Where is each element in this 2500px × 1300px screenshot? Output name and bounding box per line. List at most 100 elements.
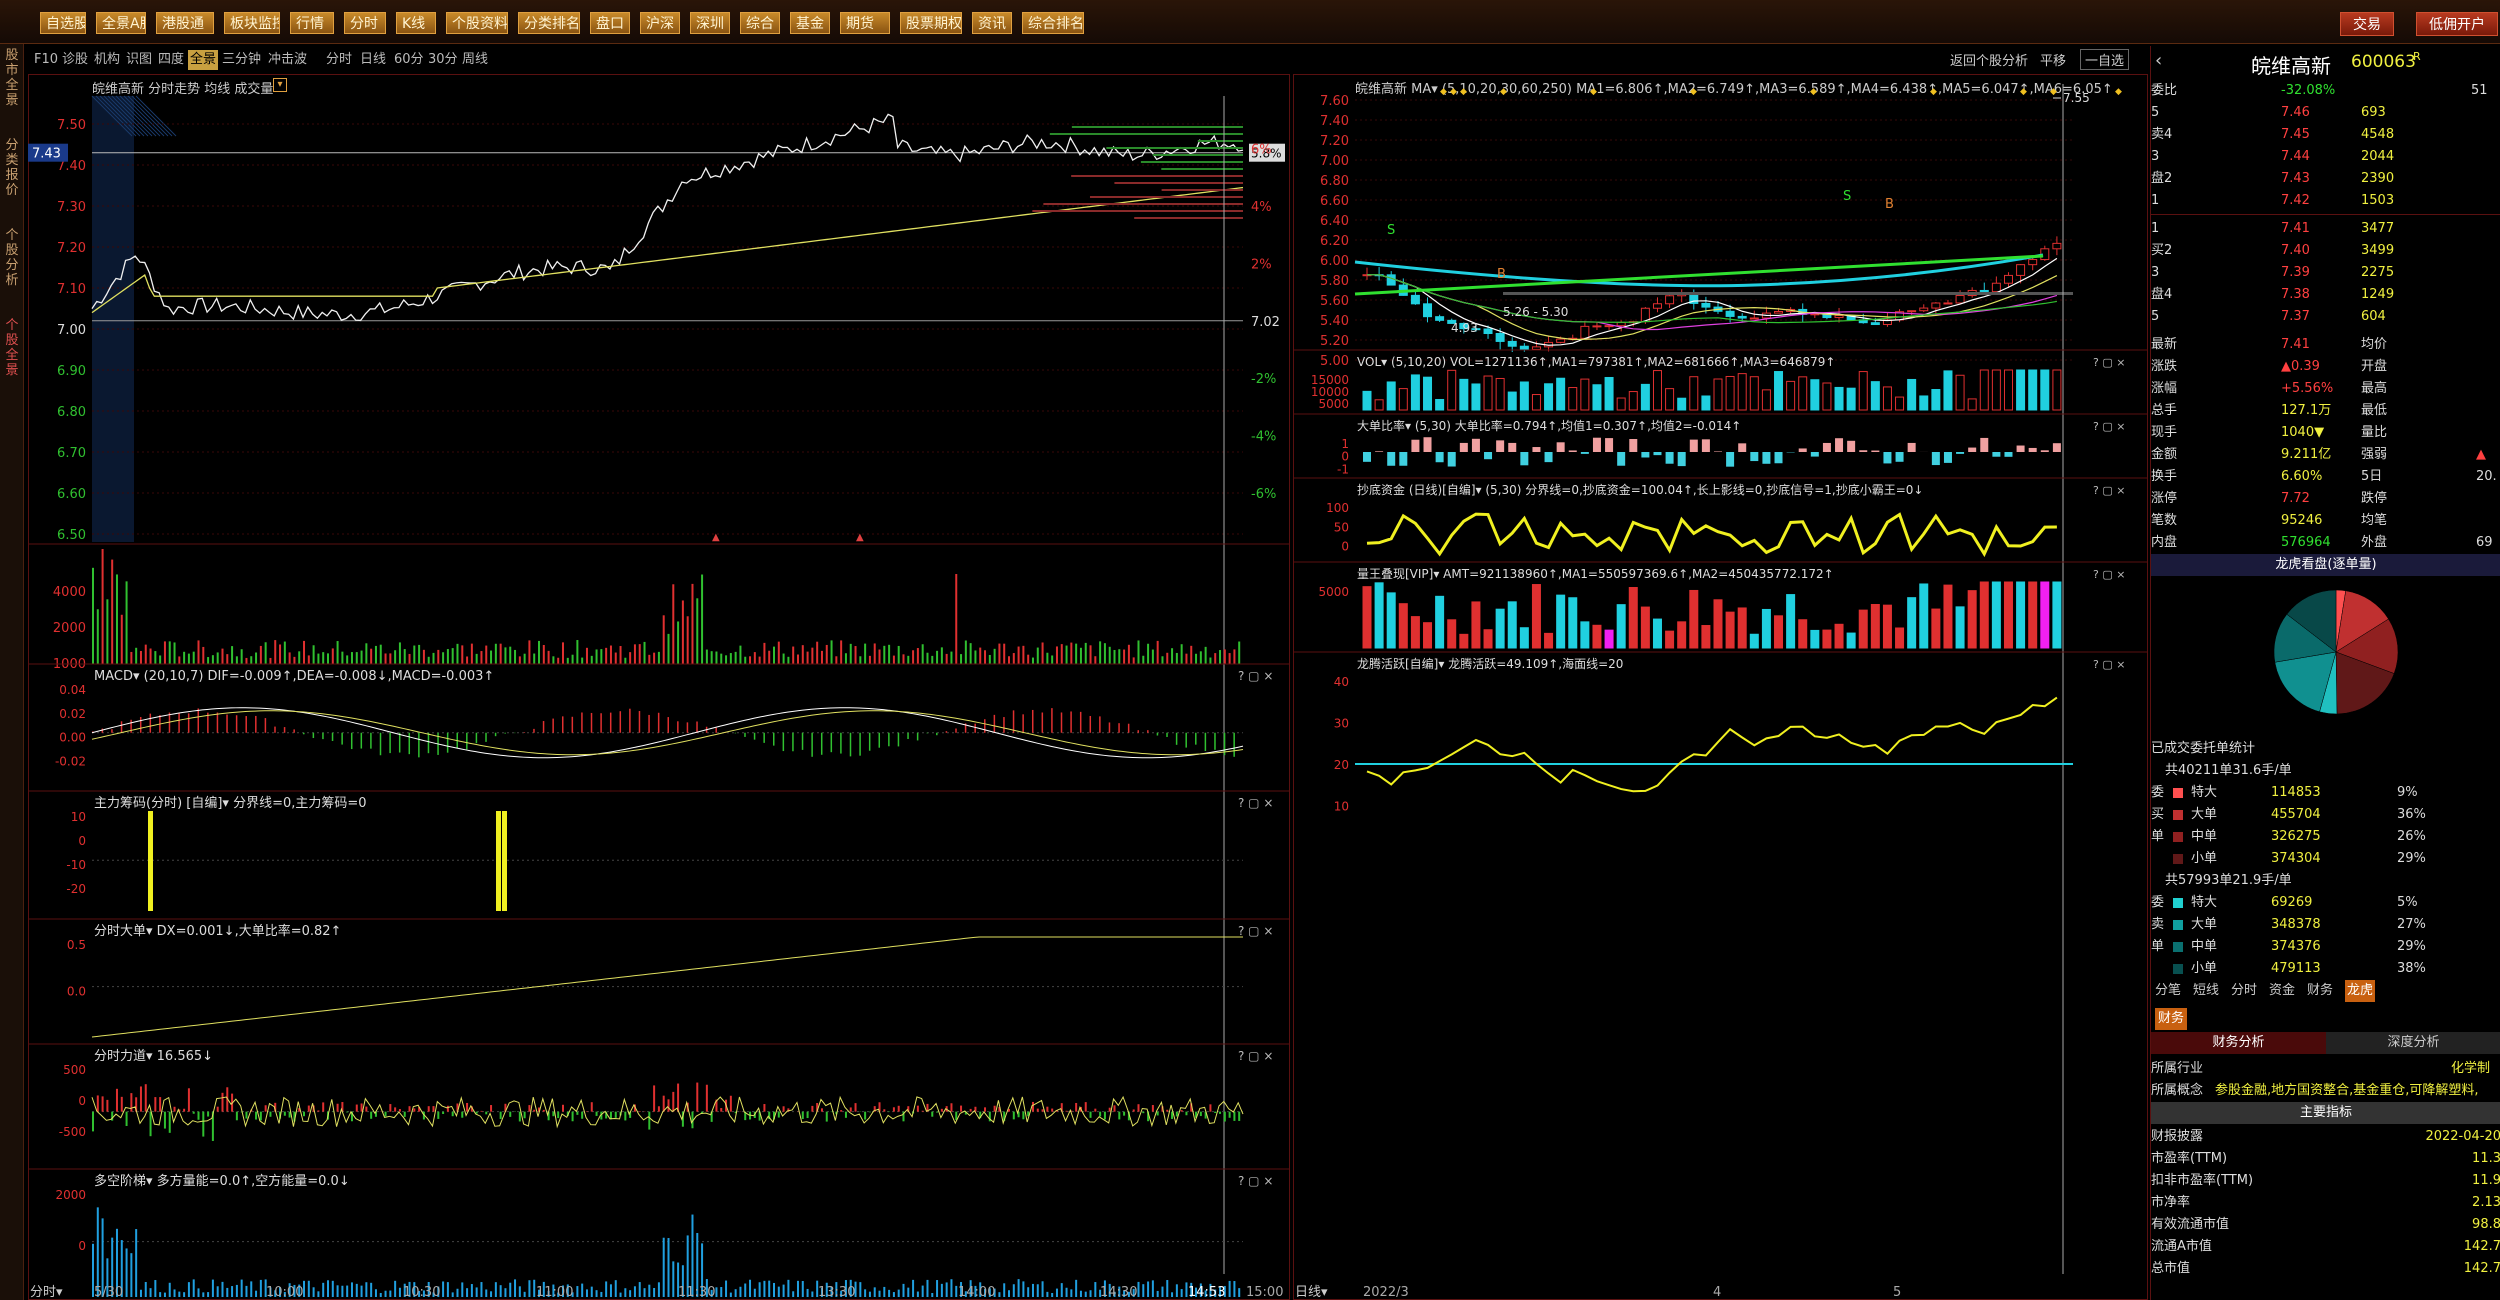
sell-level-row: 3 7.44 2044 [2151, 149, 2395, 164]
ladder-bar [144, 1281, 147, 1297]
top-button[interactable]: 综合 [740, 12, 780, 34]
kline-charts: 7.60 7.40 7.20 7.00 6.80 6.60 6.40 6.20 6.00 5.80… [1293, 84, 2148, 1300]
ladder-bar [374, 1289, 377, 1297]
kline-price-tick: 7.20 [1320, 134, 1349, 149]
flat-button[interactable]: 平移 [2040, 50, 2066, 69]
bottom-tab[interactable]: 分时 [2231, 980, 2257, 1002]
top-button[interactable]: 沪深 [640, 12, 680, 34]
volume-bar [657, 651, 660, 664]
amt-bar [1580, 621, 1590, 649]
ladder-bar [350, 1282, 353, 1297]
main-tab[interactable]: 30分 [426, 50, 460, 70]
main-tab[interactable]: 三分钟 [220, 50, 263, 70]
main-tab[interactable]: 四度 [156, 50, 186, 70]
bottom-tab[interactable]: 龙虎 [2345, 980, 2376, 1002]
ladder-bar [864, 1289, 867, 1297]
bottom-tab[interactable]: 分笔 [2155, 980, 2181, 1002]
order-group-row: 委特大 69269 5% [2151, 895, 2418, 910]
ladder-bar [912, 1279, 915, 1297]
force-bar [1099, 1111, 1102, 1117]
ladder-bar [888, 1289, 891, 1297]
bottom-tab[interactable]: 资金 [2269, 980, 2295, 1002]
main-tab[interactable]: 诊股 [60, 50, 90, 70]
pane-tick: 0 [78, 834, 86, 848]
volume-bar [518, 656, 521, 664]
kvol-bar [1810, 379, 1820, 411]
main-tab[interactable]: 日线 [358, 50, 388, 70]
ladder-bar [1228, 1280, 1231, 1297]
force-bar [1022, 1111, 1025, 1120]
bottom-tab[interactable]: 财务 [2307, 980, 2333, 1002]
top-button[interactable]: 港股通 [156, 12, 214, 34]
volume-bar [561, 642, 564, 664]
side-tab[interactable]: 分类报价 [2, 138, 22, 198]
candle [2003, 274, 2013, 284]
kpane-tick: 0 [1341, 540, 1349, 554]
top-button[interactable]: 分类排名 [518, 12, 580, 34]
main-tab[interactable]: 分时 [324, 50, 354, 70]
fin-analysis-tab[interactable]: 财务分析 [2151, 1032, 2326, 1054]
kvol-bar [1459, 378, 1469, 411]
volume-bar [720, 653, 723, 664]
top-button[interactable]: 板块监控 [224, 12, 280, 34]
pane-tick: -20 [66, 882, 86, 896]
depth-analysis-tab[interactable]: 深度分析 [2326, 1032, 2500, 1054]
top-button[interactable]: 分时 [344, 12, 386, 34]
volume-bar [394, 650, 397, 664]
ladder-bar [931, 1292, 934, 1297]
amt-bar [1810, 629, 1820, 649]
force-bar [221, 1092, 224, 1112]
bottom-tab[interactable]: 短线 [2193, 980, 2219, 1002]
top-button[interactable]: 自选股 [40, 12, 86, 34]
main-tab[interactable]: 60分 [392, 50, 426, 70]
top-button[interactable]: 综合排名 [1022, 12, 1084, 34]
volume-bar [940, 647, 943, 664]
divider [2151, 214, 2500, 215]
amt-bar [1665, 630, 1675, 649]
open-account-button[interactable]: 低佣开户 [2416, 12, 2498, 36]
volume-bar [1089, 645, 1092, 664]
side-tab[interactable]: 个股全景 [2, 318, 22, 378]
volume-bar [1070, 642, 1073, 664]
macd-bar [1089, 715, 1092, 733]
side-tab[interactable]: 股市全景 [2, 48, 22, 108]
price-tick: 6.80 [57, 405, 86, 420]
signal-marker-icon: ◆ [2050, 87, 2057, 97]
top-button[interactable]: 资讯 [972, 12, 1012, 34]
top-button[interactable]: 个股资料 [446, 12, 508, 34]
main-tab[interactable]: 机构 [92, 50, 122, 70]
top-button[interactable]: 行情 [290, 12, 334, 34]
force-bar [144, 1084, 147, 1112]
top-button[interactable]: 深圳 [690, 12, 730, 34]
force-bar [969, 1108, 972, 1112]
back-button[interactable]: 返回个股分析 [1950, 50, 2028, 69]
back-arrow-icon[interactable]: ‹ [2155, 50, 2162, 71]
main-tab[interactable]: 全景 [188, 50, 219, 70]
volume-bar [183, 651, 186, 664]
top-button[interactable]: 期货 [840, 12, 890, 34]
force-bar [432, 1106, 435, 1112]
candle [1979, 289, 1989, 293]
force-bar [255, 1111, 258, 1120]
amt-bar [2028, 581, 2038, 649]
ratio-bar [1810, 452, 1819, 457]
force-bar [552, 1111, 555, 1117]
top-button[interactable]: 基金 [790, 12, 830, 34]
top-button[interactable]: 全景A股 [96, 12, 146, 34]
top-button[interactable]: 股票期权 [900, 12, 962, 34]
main-tab[interactable]: F10 [32, 50, 60, 70]
force-bar [355, 1104, 358, 1112]
main-tab[interactable]: 冲击波 [266, 50, 309, 70]
force-bar [283, 1111, 286, 1116]
main-tab[interactable]: 识图 [124, 50, 154, 70]
amt-bar [1616, 604, 1626, 649]
top-button[interactable]: 盘口 [590, 12, 630, 34]
top-button[interactable]: K线 [396, 12, 436, 34]
kvol-bar [1483, 375, 1493, 411]
watch-select[interactable]: 一自选 [2080, 49, 2130, 70]
trade-button[interactable]: 交易 [2340, 12, 2394, 36]
ladder-bar [753, 1288, 756, 1297]
buy-level-row: 5 7.37 604 [2151, 309, 2386, 324]
side-tab[interactable]: 个股分析 [2, 228, 22, 288]
main-tab[interactable]: 周线 [460, 50, 490, 70]
